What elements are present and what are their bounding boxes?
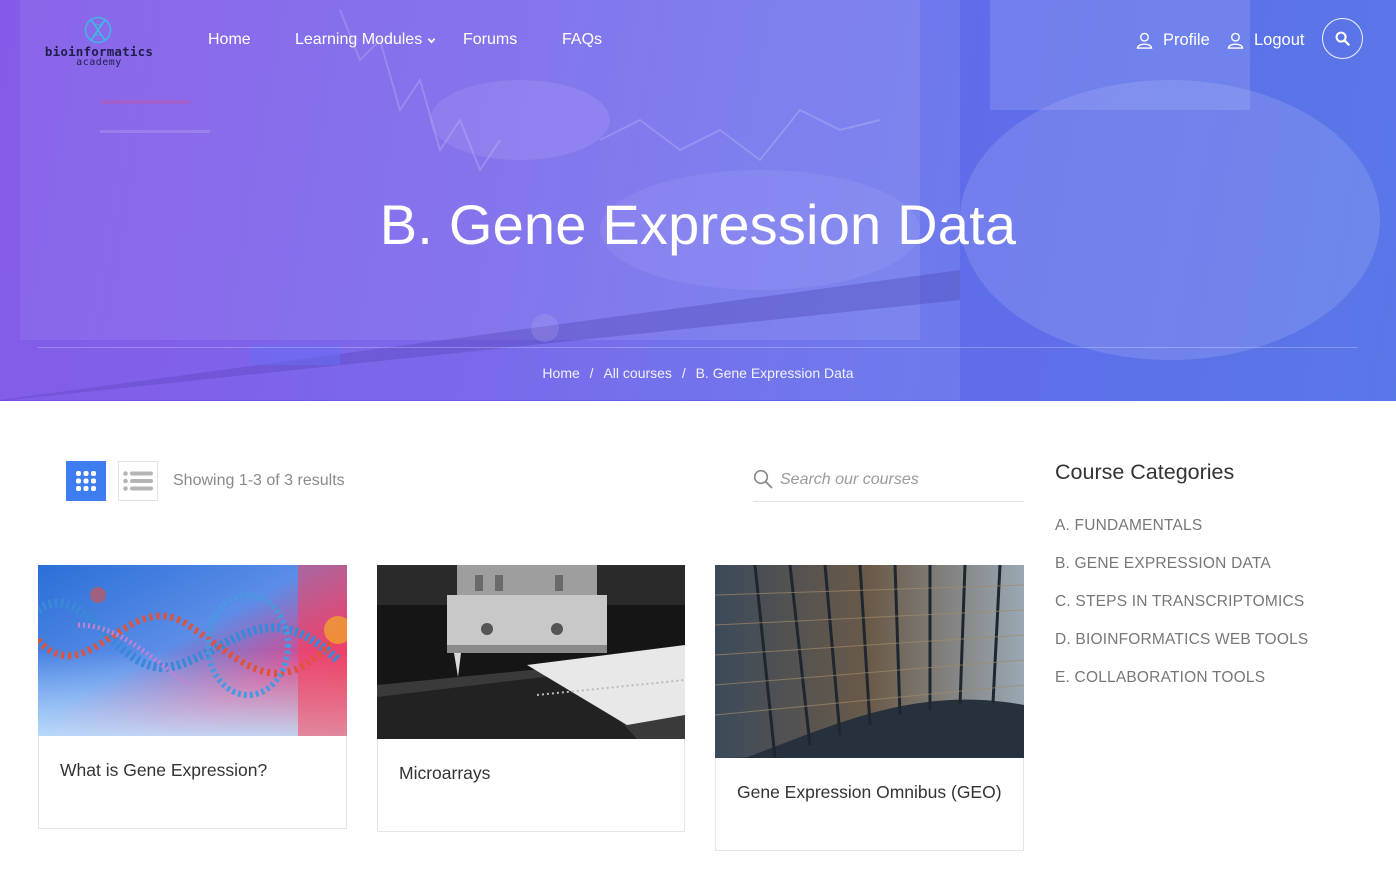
hero-banner: bioinformatics academy Home Learning Mod…	[0, 0, 1396, 401]
nav-learning-modules[interactable]: Learning Modules	[295, 29, 436, 51]
nav-forums[interactable]: Forums	[463, 29, 517, 51]
category-link[interactable]: D. BIOINFORMATICS WEB TOOLS	[1055, 631, 1308, 669]
profile-link[interactable]: Profile	[1136, 29, 1210, 51]
logout-label: Logout	[1254, 30, 1305, 49]
course-title[interactable]: What is Gene Expression?	[60, 759, 267, 781]
course-search-input[interactable]	[780, 468, 1020, 492]
profile-label: Profile	[1163, 30, 1210, 49]
course-card[interactable]: Gene Expression Omnibus (GEO)	[715, 565, 1024, 851]
breadcrumb-separator: /	[681, 365, 686, 381]
grid-icon	[76, 471, 96, 491]
user-icon	[1136, 32, 1153, 49]
site-logo[interactable]: bioinformatics academy	[37, 14, 161, 72]
breadcrumb-home[interactable]: Home	[542, 364, 579, 382]
page-title: B. Gene Expression Data	[379, 193, 1017, 256]
grid-view-button[interactable]	[66, 461, 106, 501]
breadcrumb-separator: /	[589, 365, 594, 381]
nav-home[interactable]: Home	[208, 29, 251, 51]
chevron-down-icon	[427, 37, 436, 43]
breadcrumb-current: B. Gene Expression Data	[695, 365, 854, 381]
breadcrumb: Home / All courses / B. Gene Expression …	[0, 364, 1396, 382]
course-title[interactable]: Gene Expression Omnibus (GEO)	[737, 781, 1002, 803]
nav-faqs-label: FAQs	[562, 31, 603, 48]
dna-x-logo-icon	[84, 16, 112, 44]
nav-home-label: Home	[208, 31, 251, 48]
dna-helix-image[interactable]	[38, 565, 347, 736]
library-shelves-image[interactable]	[715, 565, 1024, 758]
search-icon	[1335, 31, 1350, 46]
nav-forums-label: Forums	[463, 31, 518, 48]
category-link[interactable]: E. COLLABORATION TOOLS	[1055, 669, 1308, 707]
course-search	[753, 462, 1024, 502]
header-search-button[interactable]	[1322, 18, 1363, 59]
category-link[interactable]: B. GENE EXPRESSION DATA	[1055, 555, 1308, 593]
results-count: Showing 1-3 of 3 results	[173, 472, 345, 489]
course-categories-list: A. FUNDAMENTALS B. GENE EXPRESSION DATA …	[1055, 517, 1308, 707]
list-icon	[123, 471, 153, 491]
category-link[interactable]: A. FUNDAMENTALS	[1055, 517, 1308, 555]
logout-link[interactable]: Logout	[1227, 29, 1304, 51]
course-card[interactable]: What is Gene Expression?	[38, 565, 347, 829]
list-view-button[interactable]	[118, 461, 158, 501]
category-link[interactable]: C. STEPS IN TRANSCRIPTOMICS	[1055, 593, 1308, 631]
course-categories-heading: Course Categories	[1055, 460, 1235, 484]
user-icon	[1227, 32, 1244, 49]
microarray-machine-image[interactable]	[377, 565, 685, 739]
nav-learning-modules-label: Learning Modules	[295, 31, 423, 48]
course-title[interactable]: Microarrays	[399, 762, 490, 784]
course-card[interactable]: Microarrays	[377, 565, 685, 832]
hero-divider	[38, 347, 1358, 348]
nav-faqs[interactable]: FAQs	[562, 29, 602, 51]
search-icon	[753, 469, 773, 489]
logo-subtitle: academy	[76, 57, 122, 68]
breadcrumb-all-courses[interactable]: All courses	[603, 364, 671, 382]
